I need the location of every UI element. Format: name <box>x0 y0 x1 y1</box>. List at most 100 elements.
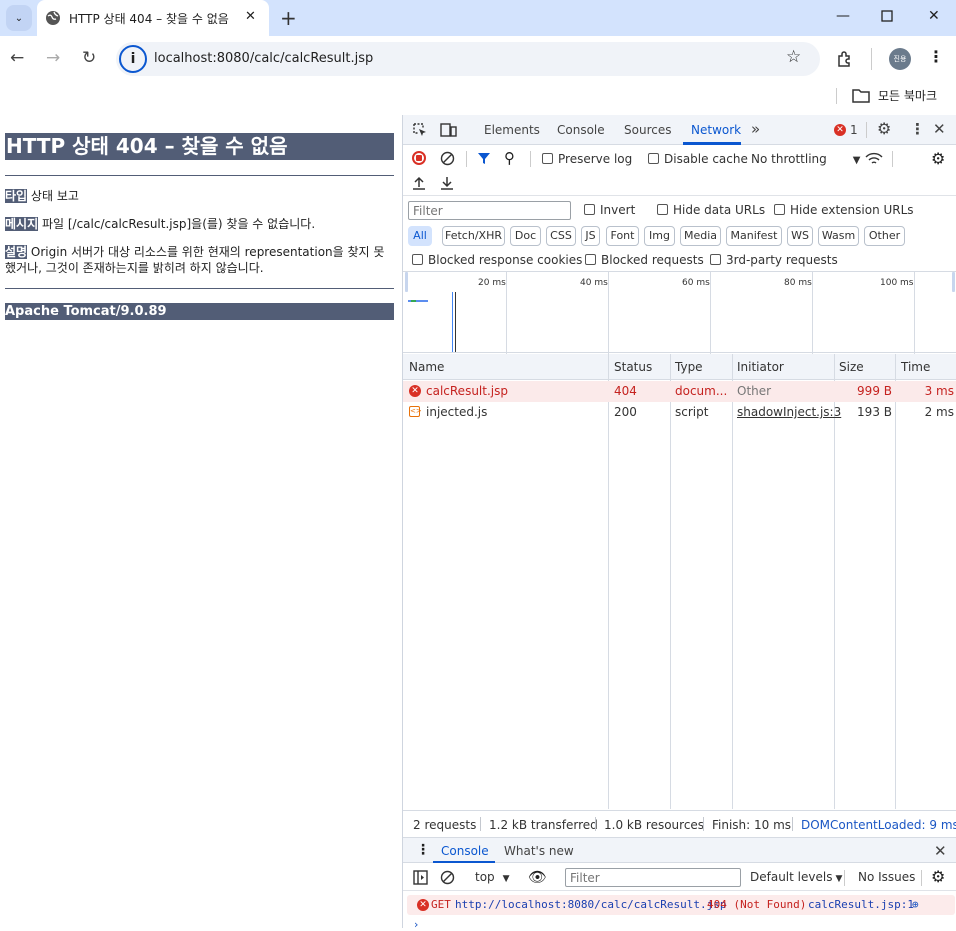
console-filter-input[interactable] <box>565 868 741 887</box>
clear-icon[interactable] <box>440 151 455 166</box>
filter-chip-other[interactable]: Other <box>864 226 905 246</box>
request-url-link[interactable]: http://localhost:8080/calc/calcResult.js… <box>455 898 727 911</box>
reload-icon[interactable]: ↻ <box>82 48 96 68</box>
profile-avatar[interactable]: 진용 <box>889 48 911 70</box>
error-icon: ✕ <box>409 385 421 397</box>
table-row[interactable]: <> injected.js 200 script shadowInject.j… <box>403 402 956 423</box>
disable-cache-checkbox[interactable]: Disable cache <box>648 152 748 166</box>
request-size: 999 B <box>857 384 892 398</box>
tab-console[interactable]: Console <box>557 123 605 137</box>
throttling-select[interactable]: No throttling ▼ <box>751 152 860 166</box>
filter-chip-js[interactable]: JS <box>581 226 600 246</box>
table-row[interactable]: ✕ calcResult.jsp 404 docum... Other 999 … <box>403 381 956 402</box>
all-bookmarks-label[interactable]: 모든 북마크 <box>878 87 937 104</box>
overview-right-handle[interactable] <box>952 272 955 292</box>
url-text[interactable]: localhost:8080/calc/calcResult.jsp <box>154 51 373 66</box>
blocked-response-cookies-checkbox[interactable]: Blocked response cookies <box>412 253 582 267</box>
divider <box>5 175 394 176</box>
menu-kebab-icon[interactable]: ⋮ <box>928 47 944 66</box>
filter-chip-ws[interactable]: WS <box>787 226 813 246</box>
record-stop-icon[interactable] <box>412 151 426 165</box>
timeline-tick-label: 80 ms <box>784 278 812 288</box>
more-tabs-icon[interactable]: » <box>751 120 760 138</box>
site-info-icon[interactable]: i <box>119 45 147 73</box>
timeline-tick-label: 60 ms <box>682 278 710 288</box>
preserve-log-checkbox[interactable]: Preserve log <box>542 152 632 166</box>
network-panel-link-icon[interactable]: ⊕ <box>912 898 919 911</box>
network-conditions-icon[interactable] <box>865 152 883 166</box>
live-expression-eye-icon[interactable]: 👁 <box>528 868 547 886</box>
sidebar-toggle-icon[interactable] <box>413 870 428 885</box>
filter-chip-doc[interactable]: Doc <box>510 226 541 246</box>
device-toolbar-icon[interactable] <box>440 122 458 138</box>
tab-sources[interactable]: Sources <box>624 123 671 137</box>
column-type[interactable]: Type <box>675 360 703 374</box>
new-tab-icon[interactable]: + <box>280 6 297 30</box>
drawer-tab-whats-new[interactable]: What's new <box>504 844 574 858</box>
close-tab-icon[interactable]: ✕ <box>245 9 256 24</box>
console-prompt-icon[interactable]: › <box>414 918 418 931</box>
description-value-1: Origin 서버가 대상 리소스를 위한 현재의 representation… <box>30 245 385 259</box>
divider <box>466 151 467 167</box>
minimize-icon[interactable]: — <box>836 8 850 24</box>
hide-data-urls-checkbox[interactable]: Hide data URLs <box>657 203 765 217</box>
request-name[interactable]: calcResult.jsp <box>426 384 508 398</box>
error-count[interactable]: 1 <box>850 123 858 137</box>
devtools-menu-icon[interactable]: ⋮ <box>910 120 925 138</box>
inspect-element-icon[interactable] <box>412 122 428 138</box>
tab-elements[interactable]: Elements <box>484 123 540 137</box>
column-status[interactable]: Status <box>614 360 652 374</box>
context-selector[interactable]: top ▼ <box>475 870 510 884</box>
browser-tab[interactable]: HTTP 상태 404 – 찾을 수 없음 ✕ <box>37 0 269 36</box>
tab-network[interactable]: Network <box>691 123 741 137</box>
log-levels-select[interactable]: Default levels ▼ <box>750 870 842 884</box>
bookmark-star-icon[interactable]: ☆ <box>786 47 801 67</box>
network-overview-timeline[interactable]: 20 ms 40 ms 60 ms 80 ms 100 ms <box>403 271 956 354</box>
console-settings-gear-icon[interactable]: ⚙ <box>931 867 945 886</box>
request-initiator: Other <box>737 384 772 398</box>
search-icon[interactable]: ⚲ <box>504 149 515 167</box>
column-name[interactable]: Name <box>409 360 444 374</box>
forward-icon[interactable]: → <box>46 48 60 68</box>
blocked-requests-checkbox[interactable]: Blocked requests <box>585 253 704 267</box>
timeline-gridline <box>608 272 609 354</box>
maximize-icon[interactable] <box>881 10 893 22</box>
request-initiator-link[interactable]: shadowInject.js:3 <box>737 405 841 419</box>
filter-chip-manifest[interactable]: Manifest <box>726 226 782 246</box>
import-har-icon[interactable] <box>412 175 426 191</box>
extensions-icon[interactable] <box>836 50 854 68</box>
column-time[interactable]: Time <box>901 360 930 374</box>
column-initiator[interactable]: Initiator <box>737 360 784 374</box>
filter-chip-font[interactable]: Font <box>606 226 639 246</box>
filter-funnel-icon[interactable] <box>477 151 491 165</box>
request-name[interactable]: injected.js <box>426 405 487 419</box>
drawer-menu-icon[interactable]: ⋮ <box>416 842 430 858</box>
overview-left-handle[interactable] <box>405 272 408 292</box>
third-party-requests-checkbox[interactable]: 3rd-party requests <box>710 253 838 267</box>
console-error-message[interactable]: ✕ GET http://localhost:8080/calc/calcRes… <box>407 895 955 915</box>
settings-gear-icon[interactable]: ⚙ <box>877 119 891 138</box>
network-filter-input[interactable] <box>408 201 571 220</box>
filter-chip-css[interactable]: CSS <box>546 226 576 246</box>
export-har-icon[interactable] <box>440 175 454 191</box>
filter-chip-media[interactable]: Media <box>680 226 721 246</box>
clear-console-icon[interactable] <box>440 870 455 885</box>
issues-counter[interactable]: No Issues <box>858 870 915 884</box>
filter-chip-fetch-xhr[interactable]: Fetch/XHR <box>442 226 505 246</box>
network-settings-gear-icon[interactable]: ⚙ <box>931 149 945 168</box>
back-icon[interactable]: ← <box>10 48 24 68</box>
filter-chip-all[interactable]: All <box>408 226 432 246</box>
source-location-link[interactable]: calcResult.jsp:1 <box>808 898 914 911</box>
filter-chip-img[interactable]: Img <box>644 226 675 246</box>
close-devtools-icon[interactable]: ✕ <box>933 120 946 138</box>
drawer-tab-console[interactable]: Console <box>441 844 489 858</box>
filter-chip-wasm[interactable]: Wasm <box>818 226 859 246</box>
invert-checkbox[interactable]: Invert <box>584 203 635 217</box>
message-value: 파일 [/calc/calcResult.jsp]을(를) 찾을 수 없습니다. <box>41 217 316 231</box>
column-size[interactable]: Size <box>839 360 864 374</box>
window-close-icon[interactable]: ✕ <box>928 8 940 24</box>
address-bar[interactable]: i localhost:8080/calc/calcResult.jsp ☆ <box>116 42 820 76</box>
close-drawer-icon[interactable]: ✕ <box>934 842 947 860</box>
hide-extension-urls-checkbox[interactable]: Hide extension URLs <box>774 203 914 217</box>
tab-search-button[interactable]: ⌄ <box>6 5 32 31</box>
